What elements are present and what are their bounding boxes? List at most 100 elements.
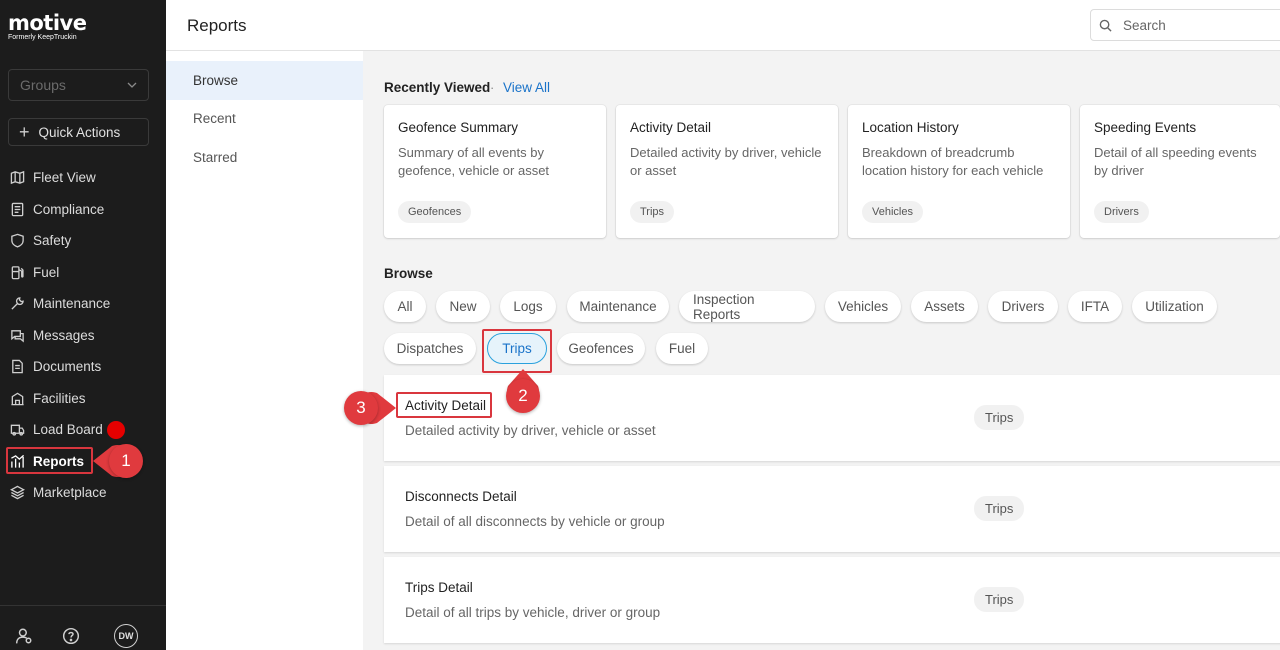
chat-icon bbox=[9, 327, 25, 343]
filter-chip-all[interactable]: All bbox=[384, 291, 426, 322]
report-description: Detailed activity by driver, vehicle or … bbox=[405, 423, 656, 438]
sidebar-item-label: Messages bbox=[33, 327, 95, 343]
report-list-item[interactable]: Disconnects Detail Detail of all disconn… bbox=[384, 466, 1280, 552]
category-tag: Trips bbox=[974, 587, 1025, 612]
filter-chip-assets[interactable]: Assets bbox=[911, 291, 978, 322]
sidebar-item-label: Maintenance bbox=[33, 296, 111, 312]
reports-subnav: Browse Recent Starred bbox=[166, 51, 363, 650]
sidebar-item-label: Load Board bbox=[33, 422, 103, 438]
report-description: Detail of all disconnects by vehicle or … bbox=[405, 514, 665, 529]
card-title: Geofence Summary bbox=[398, 120, 519, 135]
groups-dropdown[interactable]: Groups bbox=[8, 69, 149, 101]
sidebar-item-fuel[interactable]: Fuel bbox=[0, 257, 166, 289]
recent-report-card[interactable]: Location History Breakdown of breadcrumb… bbox=[848, 105, 1070, 238]
category-tag: Drivers bbox=[1094, 201, 1149, 223]
chevron-down-icon bbox=[127, 82, 137, 88]
filter-chip-drivers[interactable]: Drivers bbox=[988, 291, 1058, 322]
recently-viewed-heading: Recently Viewed bbox=[384, 80, 491, 95]
filter-chip-ifta[interactable]: IFTA bbox=[1068, 291, 1122, 322]
motive-logo[interactable]: motive Formerly KeepTruckin bbox=[8, 11, 87, 41]
card-title: Activity Detail bbox=[630, 120, 712, 135]
layers-icon bbox=[9, 485, 25, 501]
page-title: Reports bbox=[187, 16, 247, 35]
report-title[interactable]: Trips Detail bbox=[405, 580, 473, 595]
card-description: Breakdown of breadcrumb location history… bbox=[862, 145, 1044, 178]
annotation-highlight-activity-detail bbox=[396, 392, 492, 418]
step-badge-3: 3 bbox=[344, 391, 378, 425]
sidebar-item-label: Fuel bbox=[33, 264, 60, 280]
recent-report-card[interactable]: Speeding Events Detail of all speeding e… bbox=[1080, 105, 1280, 238]
category-tag: Trips bbox=[630, 201, 675, 223]
filter-chip-new[interactable]: New bbox=[436, 291, 490, 322]
step-badge-2: 2 bbox=[506, 379, 540, 413]
subnav-item-starred[interactable]: Starred bbox=[166, 138, 363, 177]
quick-actions-label: Quick Actions bbox=[38, 124, 121, 140]
browse-heading: Browse bbox=[384, 266, 433, 281]
sidebar-item-facilities[interactable]: Facilities bbox=[0, 383, 166, 415]
subnav-item-browse[interactable]: Browse bbox=[166, 61, 363, 100]
filter-chip-vehicles[interactable]: Vehicles bbox=[825, 291, 901, 322]
avatar[interactable]: DW bbox=[114, 624, 138, 648]
sidebar-item-label: Safety bbox=[33, 233, 72, 249]
recent-report-card[interactable]: Activity Detail Detailed activity by dri… bbox=[616, 105, 838, 238]
recent-report-card[interactable]: Geofence Summary Summary of all events b… bbox=[384, 105, 606, 238]
sidebar-item-marketplace[interactable]: Marketplace bbox=[0, 477, 166, 509]
groups-label: Groups bbox=[20, 77, 66, 93]
sidebar-item-compliance[interactable]: Compliance bbox=[0, 194, 166, 226]
filter-chip-inspection-reports[interactable]: Inspection Reports bbox=[679, 291, 815, 322]
top-header: Reports bbox=[166, 0, 1280, 51]
card-title: Speeding Events bbox=[1094, 120, 1197, 135]
filter-chip-fuel[interactable]: Fuel bbox=[656, 333, 708, 364]
sidebar-footer bbox=[0, 605, 166, 650]
truck-icon bbox=[9, 422, 25, 438]
sidebar-item-label: Compliance bbox=[33, 201, 105, 217]
filter-chip-maintenance[interactable]: Maintenance bbox=[567, 291, 669, 322]
report-list-item[interactable]: Trips Detail Detail of all trips by vehi… bbox=[384, 557, 1280, 643]
category-tag: Vehicles bbox=[862, 201, 923, 223]
step-badge-1: 1 bbox=[109, 444, 143, 478]
category-tag: Geofences bbox=[398, 201, 472, 223]
subnav-item-recent[interactable]: Recent bbox=[166, 100, 363, 139]
search-input[interactable] bbox=[1123, 17, 1273, 33]
plus-icon: + bbox=[19, 122, 30, 142]
sidebar-item-documents[interactable]: Documents bbox=[0, 351, 166, 383]
wrench-icon bbox=[9, 296, 25, 312]
fuel-pump-icon bbox=[9, 264, 25, 280]
user-settings-icon[interactable] bbox=[14, 626, 34, 646]
filter-chip-logs[interactable]: Logs bbox=[500, 291, 556, 322]
filter-chip-utilization[interactable]: Utilization bbox=[1132, 291, 1217, 322]
report-description: Detail of all trips by vehicle, driver o… bbox=[405, 605, 661, 620]
search-icon bbox=[1099, 19, 1112, 32]
sidebar-item-label: Documents bbox=[33, 359, 102, 375]
filter-chip-dispatches[interactable]: Dispatches bbox=[384, 333, 476, 364]
sidebar-item-load-board[interactable]: Load Board bbox=[0, 414, 166, 446]
card-description: Detailed activity by driver, vehicle or … bbox=[630, 145, 822, 178]
help-icon[interactable] bbox=[61, 626, 81, 646]
document-list-icon bbox=[9, 201, 25, 217]
report-title[interactable]: Disconnects Detail bbox=[405, 489, 517, 504]
logo-subtitle: Formerly KeepTruckin bbox=[8, 34, 77, 41]
shield-icon bbox=[9, 233, 25, 249]
sidebar-item-maintenance[interactable]: Maintenance bbox=[0, 288, 166, 320]
sidebar-item-label: Marketplace bbox=[33, 485, 107, 501]
sidebar-item-label: Facilities bbox=[33, 390, 86, 406]
sidebar-item-fleet-view[interactable]: Fleet View bbox=[0, 162, 166, 194]
annotation-highlight-reports bbox=[6, 447, 93, 474]
category-tag: Trips bbox=[974, 496, 1025, 521]
logo-wordmark: motive bbox=[8, 11, 87, 35]
sidebar-item-label: Fleet View bbox=[33, 170, 96, 186]
filter-chip-geofences[interactable]: Geofences bbox=[557, 333, 645, 364]
sidebar-item-safety[interactable]: Safety bbox=[0, 225, 166, 257]
building-icon bbox=[9, 390, 25, 406]
card-description: Summary of all events by geofence, vehic… bbox=[398, 145, 550, 178]
quick-actions-button[interactable]: + Quick Actions bbox=[8, 118, 149, 146]
view-all-link[interactable]: View All bbox=[503, 80, 550, 95]
notification-dot bbox=[107, 421, 125, 439]
card-title: Location History bbox=[862, 120, 959, 135]
map-icon bbox=[9, 170, 25, 186]
search-box[interactable] bbox=[1090, 9, 1280, 41]
file-icon bbox=[9, 359, 25, 375]
category-tag: Trips bbox=[974, 405, 1025, 430]
separator-dot: · bbox=[490, 80, 495, 95]
sidebar-item-messages[interactable]: Messages bbox=[0, 320, 166, 352]
